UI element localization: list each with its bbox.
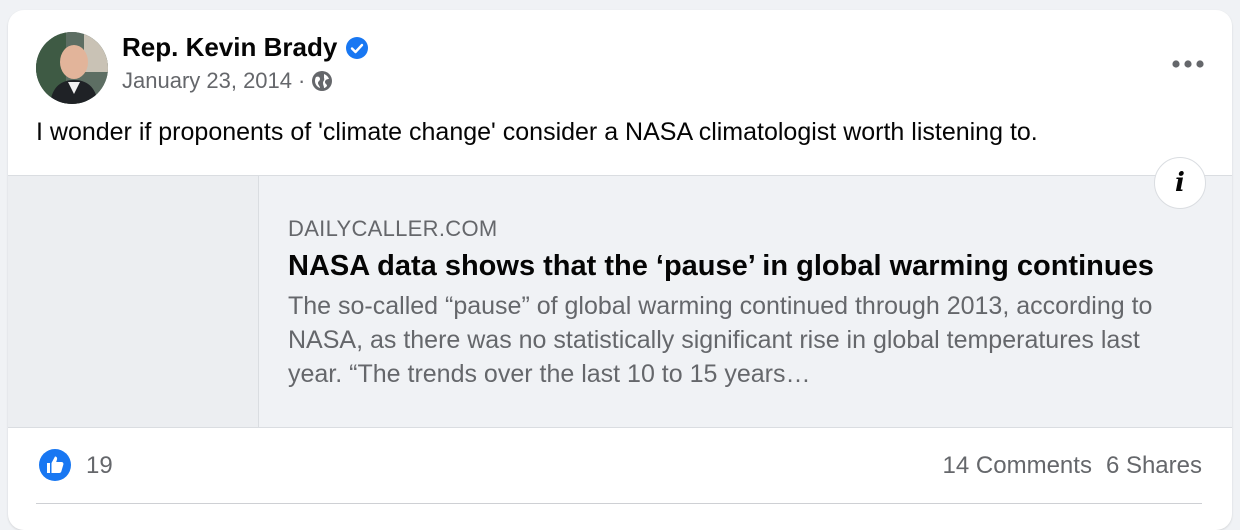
post-text: I wonder if proponents of 'climate chang… <box>36 118 1038 146</box>
post-date[interactable]: January 23, 2014 <box>122 68 292 94</box>
like-count[interactable]: 19 <box>86 452 113 480</box>
author-avatar[interactable] <box>36 32 108 104</box>
link-preview[interactable]: DAILYCALLER.COM NASA data shows that the… <box>8 175 1232 428</box>
post-header: Rep. Kevin Brady January 23, 2014 · <box>8 10 1232 110</box>
link-info-button[interactable]: i <box>1154 157 1206 209</box>
author-name[interactable]: Rep. Kevin Brady <box>122 32 337 63</box>
post-stats: 19 14 Comments 6 Shares <box>8 440 1232 490</box>
info-icon: i <box>1175 168 1185 198</box>
globe-icon[interactable] <box>311 70 333 92</box>
link-title[interactable]: NASA data shows that the ‘pause’ in glob… <box>288 250 1208 283</box>
like-icon[interactable] <box>38 448 72 482</box>
link-body: DAILYCALLER.COM NASA data shows that the… <box>288 216 1208 391</box>
verified-badge-icon <box>345 36 369 60</box>
shares-count[interactable]: 6 Shares <box>1106 452 1202 480</box>
engagement-counts: 14 Comments 6 Shares <box>943 452 1202 480</box>
post-card: Rep. Kevin Brady January 23, 2014 · I wo… <box>8 10 1232 530</box>
action-bar-divider <box>36 503 1202 504</box>
comments-count[interactable]: 14 Comments <box>943 452 1092 480</box>
author-row: Rep. Kevin Brady <box>122 32 369 63</box>
more-options-button[interactable] <box>1168 46 1208 82</box>
link-description: The so-called “pause” of global warming … <box>288 292 1153 388</box>
link-thumbnail[interactable] <box>8 176 259 427</box>
more-options-icon <box>1172 60 1204 68</box>
link-domain: DAILYCALLER.COM <box>288 216 498 241</box>
meta-separator: · <box>298 68 306 93</box>
avatar-image <box>36 32 108 104</box>
post-meta: January 23, 2014 · <box>122 68 333 94</box>
